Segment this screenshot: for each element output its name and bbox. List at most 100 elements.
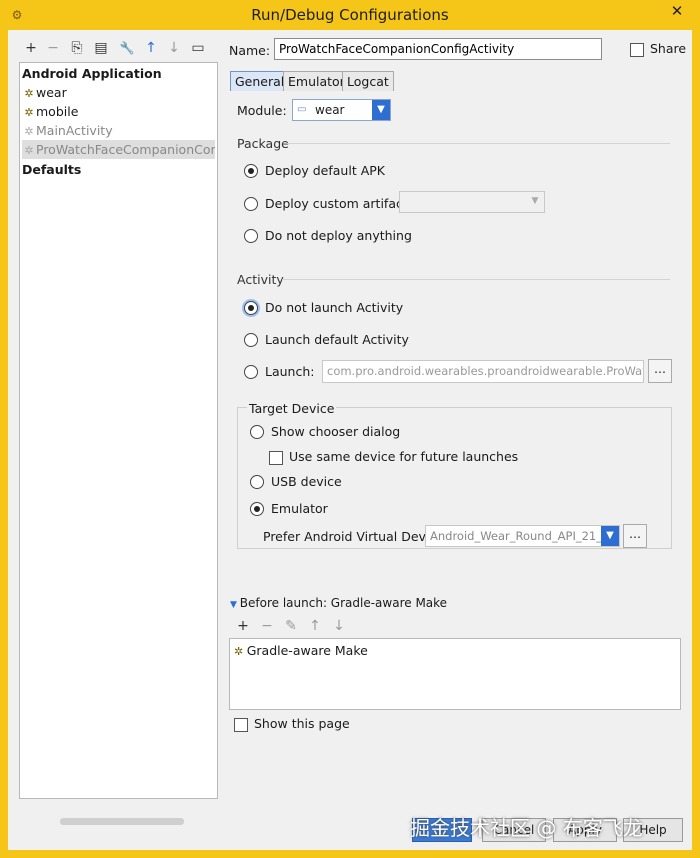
checkbox-label: Show this page [254, 716, 350, 731]
radio-launch[interactable]: Launch: [244, 363, 314, 381]
divider [282, 279, 670, 280]
prefer-avd-label: Prefer Android Virtual Device: [263, 529, 449, 544]
radio-icon [250, 474, 264, 489]
share-label: Share [650, 41, 687, 56]
add-icon[interactable]: + [22, 38, 40, 58]
launch-activity-input[interactable]: com.pro.android.wearables.proandroidwear… [322, 360, 644, 383]
radio-label: USB device [271, 474, 342, 489]
android-icon: ✲ [24, 106, 34, 119]
radio-label: Emulator [271, 501, 328, 516]
name-label: Name: [229, 43, 271, 58]
tab-logcat[interactable]: Logcat [342, 71, 394, 91]
before-launch-title: Before launch: Gradle-aware Make [239, 596, 448, 610]
radio-label: Launch default Activity [265, 332, 409, 347]
close-icon: ✕ [670, 3, 684, 20]
before-launch-item[interactable]: ✲ Gradle-aware Make [234, 643, 368, 658]
tree-item-wear[interactable]: ✲ wear [22, 83, 67, 102]
radio-icon [250, 501, 264, 516]
tree-item-label: wear [36, 85, 67, 100]
edit-task-icon[interactable]: ✎ [282, 616, 300, 636]
dialog-body: + − ⎘ ▤ 🔧 ↑ ↓ ▭ Android Application ✲ wea… [8, 30, 692, 850]
radio-label: Do not deploy anything [265, 228, 412, 243]
radio-label: Do not launch Activity [265, 300, 404, 315]
close-button[interactable]: ✕ [662, 1, 692, 21]
checkbox-icon [269, 450, 283, 465]
module-value: wear [315, 103, 345, 117]
remove-task-icon[interactable]: − [258, 616, 276, 636]
activity-section-title: Activity [237, 272, 284, 287]
tree-item-mainactivity[interactable]: ✲ MainActivity [22, 121, 113, 140]
tree-item-defaults[interactable]: Defaults [22, 160, 81, 179]
avd-select[interactable]: Android_Wear_Round_API_21_2 ▼ [425, 525, 620, 547]
radio-emulator[interactable]: Emulator [250, 500, 328, 518]
radio-icon [244, 300, 258, 315]
use-same-device-checkbox[interactable]: Use same device for future launches [269, 448, 518, 466]
tree-item-label: mobile [36, 104, 79, 119]
checkbox-label: Use same device for future launches [289, 449, 519, 464]
android-icon: ✲ [24, 87, 34, 100]
module-folder-icon: ▭ [297, 104, 307, 115]
move-down-icon[interactable]: ↓ [165, 38, 183, 58]
move-task-down-icon[interactable]: ↓ [330, 616, 348, 636]
show-this-page-checkbox[interactable]: Show this page [234, 716, 350, 732]
radio-label: Deploy custom artifact: [265, 196, 412, 211]
expand-triangle-icon: ▼ [230, 600, 240, 610]
avd-value: Android_Wear_Round_API_21_2 [430, 529, 610, 543]
title-bar: ⚙ Run/Debug Configurations ✕ [0, 0, 700, 30]
window-title: Run/Debug Configurations [251, 6, 449, 24]
divider [287, 143, 670, 144]
share-checkbox[interactable]: Share [630, 41, 686, 57]
radio-show-chooser[interactable]: Show chooser dialog [250, 423, 400, 441]
radio-icon [244, 196, 258, 211]
radio-do-not-deploy[interactable]: Do not deploy anything [244, 227, 412, 245]
radio-label: Deploy default APK [265, 163, 385, 178]
tree-item-label: MainActivity [36, 123, 113, 138]
wrench-icon[interactable]: 🔧 [118, 38, 136, 58]
name-input[interactable] [274, 38, 602, 60]
artifact-select[interactable]: ▼ [399, 191, 545, 213]
radio-icon [250, 424, 264, 439]
window: ⚙ Run/Debug Configurations ✕ + − ⎘ ▤ 🔧 ↑… [0, 0, 700, 858]
horizontal-scrollbar[interactable] [60, 818, 184, 825]
before-launch-list: ✲ Gradle-aware Make [229, 638, 681, 710]
tree-item-mobile[interactable]: ✲ mobile [22, 102, 78, 121]
avd-browse-button[interactable]: … [623, 524, 647, 548]
target-device-title: Target Device [247, 401, 337, 416]
watermark-text: 掘金技术社区 @ 布客飞龙 [410, 816, 643, 840]
radio-label: Launch: [265, 364, 315, 379]
module-label: Module: [237, 103, 287, 118]
save-icon[interactable]: ▤ [92, 38, 110, 58]
radio-label: Show chooser dialog [271, 424, 401, 439]
chevron-down-icon: ▼ [531, 196, 539, 206]
radio-deploy-default[interactable]: Deploy default APK [244, 162, 385, 180]
radio-do-not-launch[interactable]: Do not launch Activity [244, 299, 403, 317]
chevron-down-icon: ▼ [601, 526, 619, 546]
before-launch-header[interactable]: ▼ Before launch: Gradle-aware Make [230, 596, 447, 610]
checkbox-icon [630, 42, 644, 57]
radio-icon [244, 332, 258, 347]
move-task-up-icon[interactable]: ↑ [306, 616, 324, 636]
tree-item-prowatchface[interactable]: ✲ProWatchFaceCompanionConfigA [22, 140, 215, 159]
radio-usb-device[interactable]: USB device [250, 473, 342, 491]
package-section-title: Package [237, 136, 289, 151]
remove-icon[interactable]: − [44, 38, 62, 58]
move-up-icon[interactable]: ↑ [142, 38, 160, 58]
chevron-down-icon: ▼ [372, 100, 390, 120]
browse-activity-button[interactable]: … [648, 359, 672, 383]
radio-icon [244, 364, 258, 379]
radio-deploy-custom[interactable]: Deploy custom artifact: [244, 195, 412, 213]
module-select[interactable]: ▭ wear ▼ [292, 99, 391, 121]
radio-icon [244, 228, 258, 243]
add-task-icon[interactable]: + [234, 616, 252, 636]
config-tree: Android Application ✲ wear ✲ mobile ✲ MainA… [19, 62, 218, 825]
android-icon: ✲ [24, 144, 34, 157]
folder-icon[interactable]: ▭ [189, 38, 207, 58]
tree-item-label: ProWatchFaceCompanionConfigA [36, 142, 215, 157]
android-icon: ✲ [234, 645, 247, 658]
copy-icon[interactable]: ⎘ [68, 38, 86, 58]
tab-general[interactable]: General [230, 71, 290, 91]
before-launch-item-label: Gradle-aware Make [246, 643, 368, 658]
tree-group-android-application[interactable]: Android Application [22, 64, 162, 83]
tab-emulator[interactable]: Emulator [283, 71, 350, 91]
radio-launch-default[interactable]: Launch default Activity [244, 331, 409, 349]
